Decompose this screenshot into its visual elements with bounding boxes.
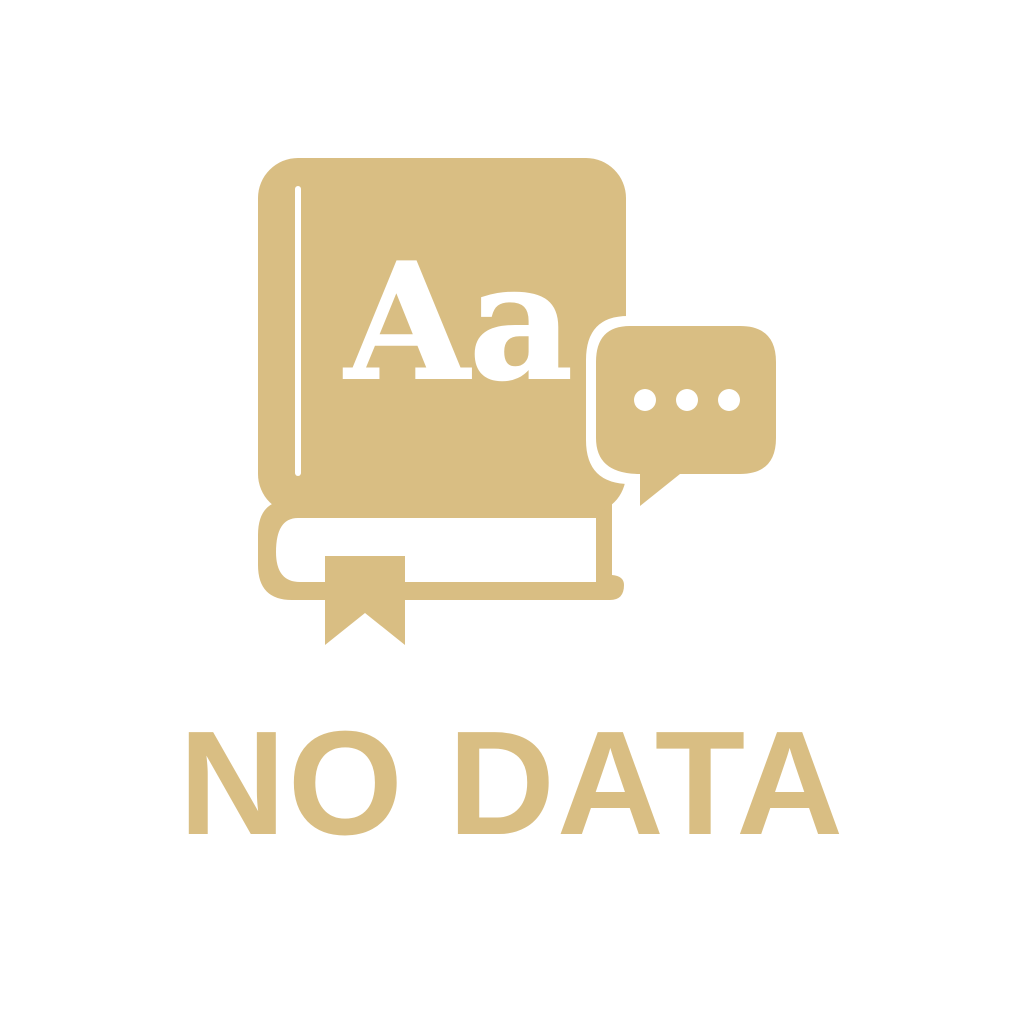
dictionary-chat-icon: Aa <box>0 0 1024 720</box>
empty-state-message: NO DATA <box>178 701 846 866</box>
chat-dot-3 <box>718 389 740 411</box>
book-pages-inner <box>276 518 596 582</box>
chat-dot-2 <box>676 389 698 411</box>
book-spine-line <box>295 186 301 476</box>
empty-state: Aa NO DATA <box>0 0 1024 1024</box>
chat-dot-1 <box>634 389 656 411</box>
bookmark-ribbon <box>325 556 405 645</box>
book-cover-glyphs: Aa <box>343 228 573 416</box>
book-icon: Aa <box>258 158 626 645</box>
